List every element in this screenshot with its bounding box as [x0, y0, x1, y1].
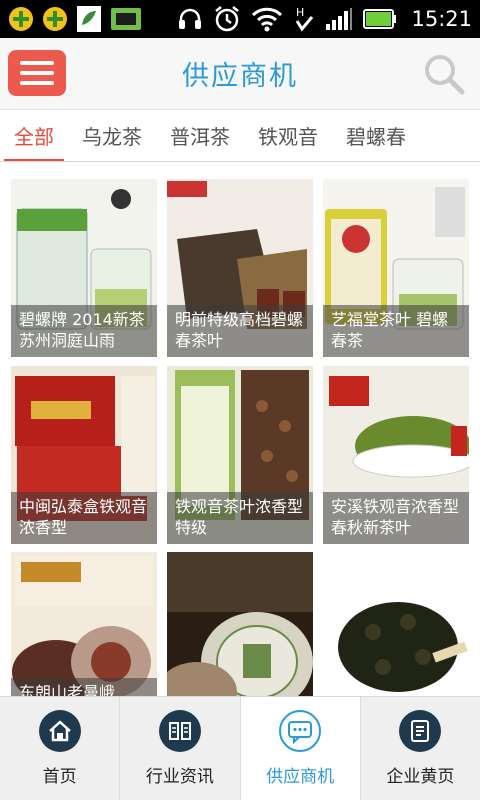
nav-home[interactable]: 首页: [0, 697, 121, 800]
product-caption: 东朗山老曼峨: [11, 678, 157, 696]
battery-icon: [363, 8, 397, 30]
tab-all[interactable]: 全部: [0, 110, 68, 161]
product-image: [11, 552, 157, 696]
hspa-signal-icon: H: [293, 5, 315, 33]
product-caption: 明前特级高档碧螺春茶叶: [167, 305, 313, 357]
menu-button[interactable]: [8, 50, 66, 96]
product-image: [167, 552, 313, 696]
product-card[interactable]: 碧螺牌 2014新茶苏州洞庭山雨: [11, 179, 157, 357]
notification-app-icon: [42, 6, 68, 32]
signal-icon: [325, 7, 353, 31]
product-caption: 艺福堂茶叶 碧螺春茶: [323, 305, 469, 357]
chat-icon: [279, 710, 322, 752]
product-card[interactable]: 中闽弘泰盒铁观音浓香型: [11, 366, 157, 544]
product-card[interactable]: [167, 552, 313, 696]
product-card[interactable]: 铁观音茶叶浓香型特级: [167, 366, 313, 544]
tab-oolong[interactable]: 乌龙茶: [68, 110, 156, 161]
news-icon: [158, 710, 201, 752]
alarm-icon: [213, 5, 241, 33]
product-grid: 碧螺牌 2014新茶苏州洞庭山雨 明前特级高档碧螺春茶叶 艺福堂茶叶 碧螺春茶: [0, 162, 480, 696]
svg-text:H: H: [296, 6, 304, 19]
tab-biluochun[interactable]: 碧螺春: [332, 110, 420, 161]
product-caption: 碧螺牌 2014新茶苏州洞庭山雨: [11, 305, 157, 357]
nav-supply[interactable]: 供应商机: [240, 697, 361, 800]
bottom-nav: 首页 行业资讯 供应商机 企业黄页: [0, 696, 480, 800]
nav-directory[interactable]: 企业黄页: [361, 697, 480, 800]
product-caption: 中闽弘泰盒铁观音浓香型: [11, 492, 157, 544]
wifi-icon: [251, 6, 283, 32]
category-tabs: 全部 乌龙茶 普洱茶 铁观音 碧螺春: [0, 110, 480, 162]
app-header: 供应商机: [0, 38, 480, 110]
headset-icon: [177, 6, 203, 32]
page-title: 供应商机: [182, 61, 298, 92]
product-caption: 安溪铁观音浓香型春秋新茶叶: [323, 492, 469, 544]
battery-percent-icon: [110, 7, 142, 31]
tab-puer[interactable]: 普洱茶: [156, 110, 244, 161]
product-image: [323, 552, 469, 696]
nav-label: 供应商机: [266, 767, 335, 787]
notification-app-icon: [8, 6, 34, 32]
product-card[interactable]: 东朗山老曼峨: [11, 552, 157, 696]
nav-news[interactable]: 行业资讯: [120, 697, 241, 800]
search-button[interactable]: [422, 52, 466, 96]
tea-app-icon: [76, 5, 102, 33]
product-card[interactable]: 安溪铁观音浓香型春秋新茶叶: [323, 366, 469, 544]
home-icon: [38, 710, 81, 752]
nav-label: 首页: [42, 767, 77, 787]
status-bar: H 15:21: [0, 0, 480, 38]
directory-icon: [399, 710, 442, 752]
menu-icon: [20, 61, 54, 65]
status-time: 15:21: [411, 7, 472, 31]
product-card[interactable]: 艺福堂茶叶 碧螺春茶: [323, 179, 469, 357]
search-icon: [425, 55, 465, 95]
tab-tieguanyin[interactable]: 铁观音: [244, 110, 332, 161]
nav-label: 行业资讯: [145, 767, 214, 787]
product-card[interactable]: [323, 552, 469, 696]
nav-label: 企业黄页: [386, 767, 455, 787]
product-caption: 铁观音茶叶浓香型特级: [167, 492, 313, 544]
product-card[interactable]: 明前特级高档碧螺春茶叶: [167, 179, 313, 357]
